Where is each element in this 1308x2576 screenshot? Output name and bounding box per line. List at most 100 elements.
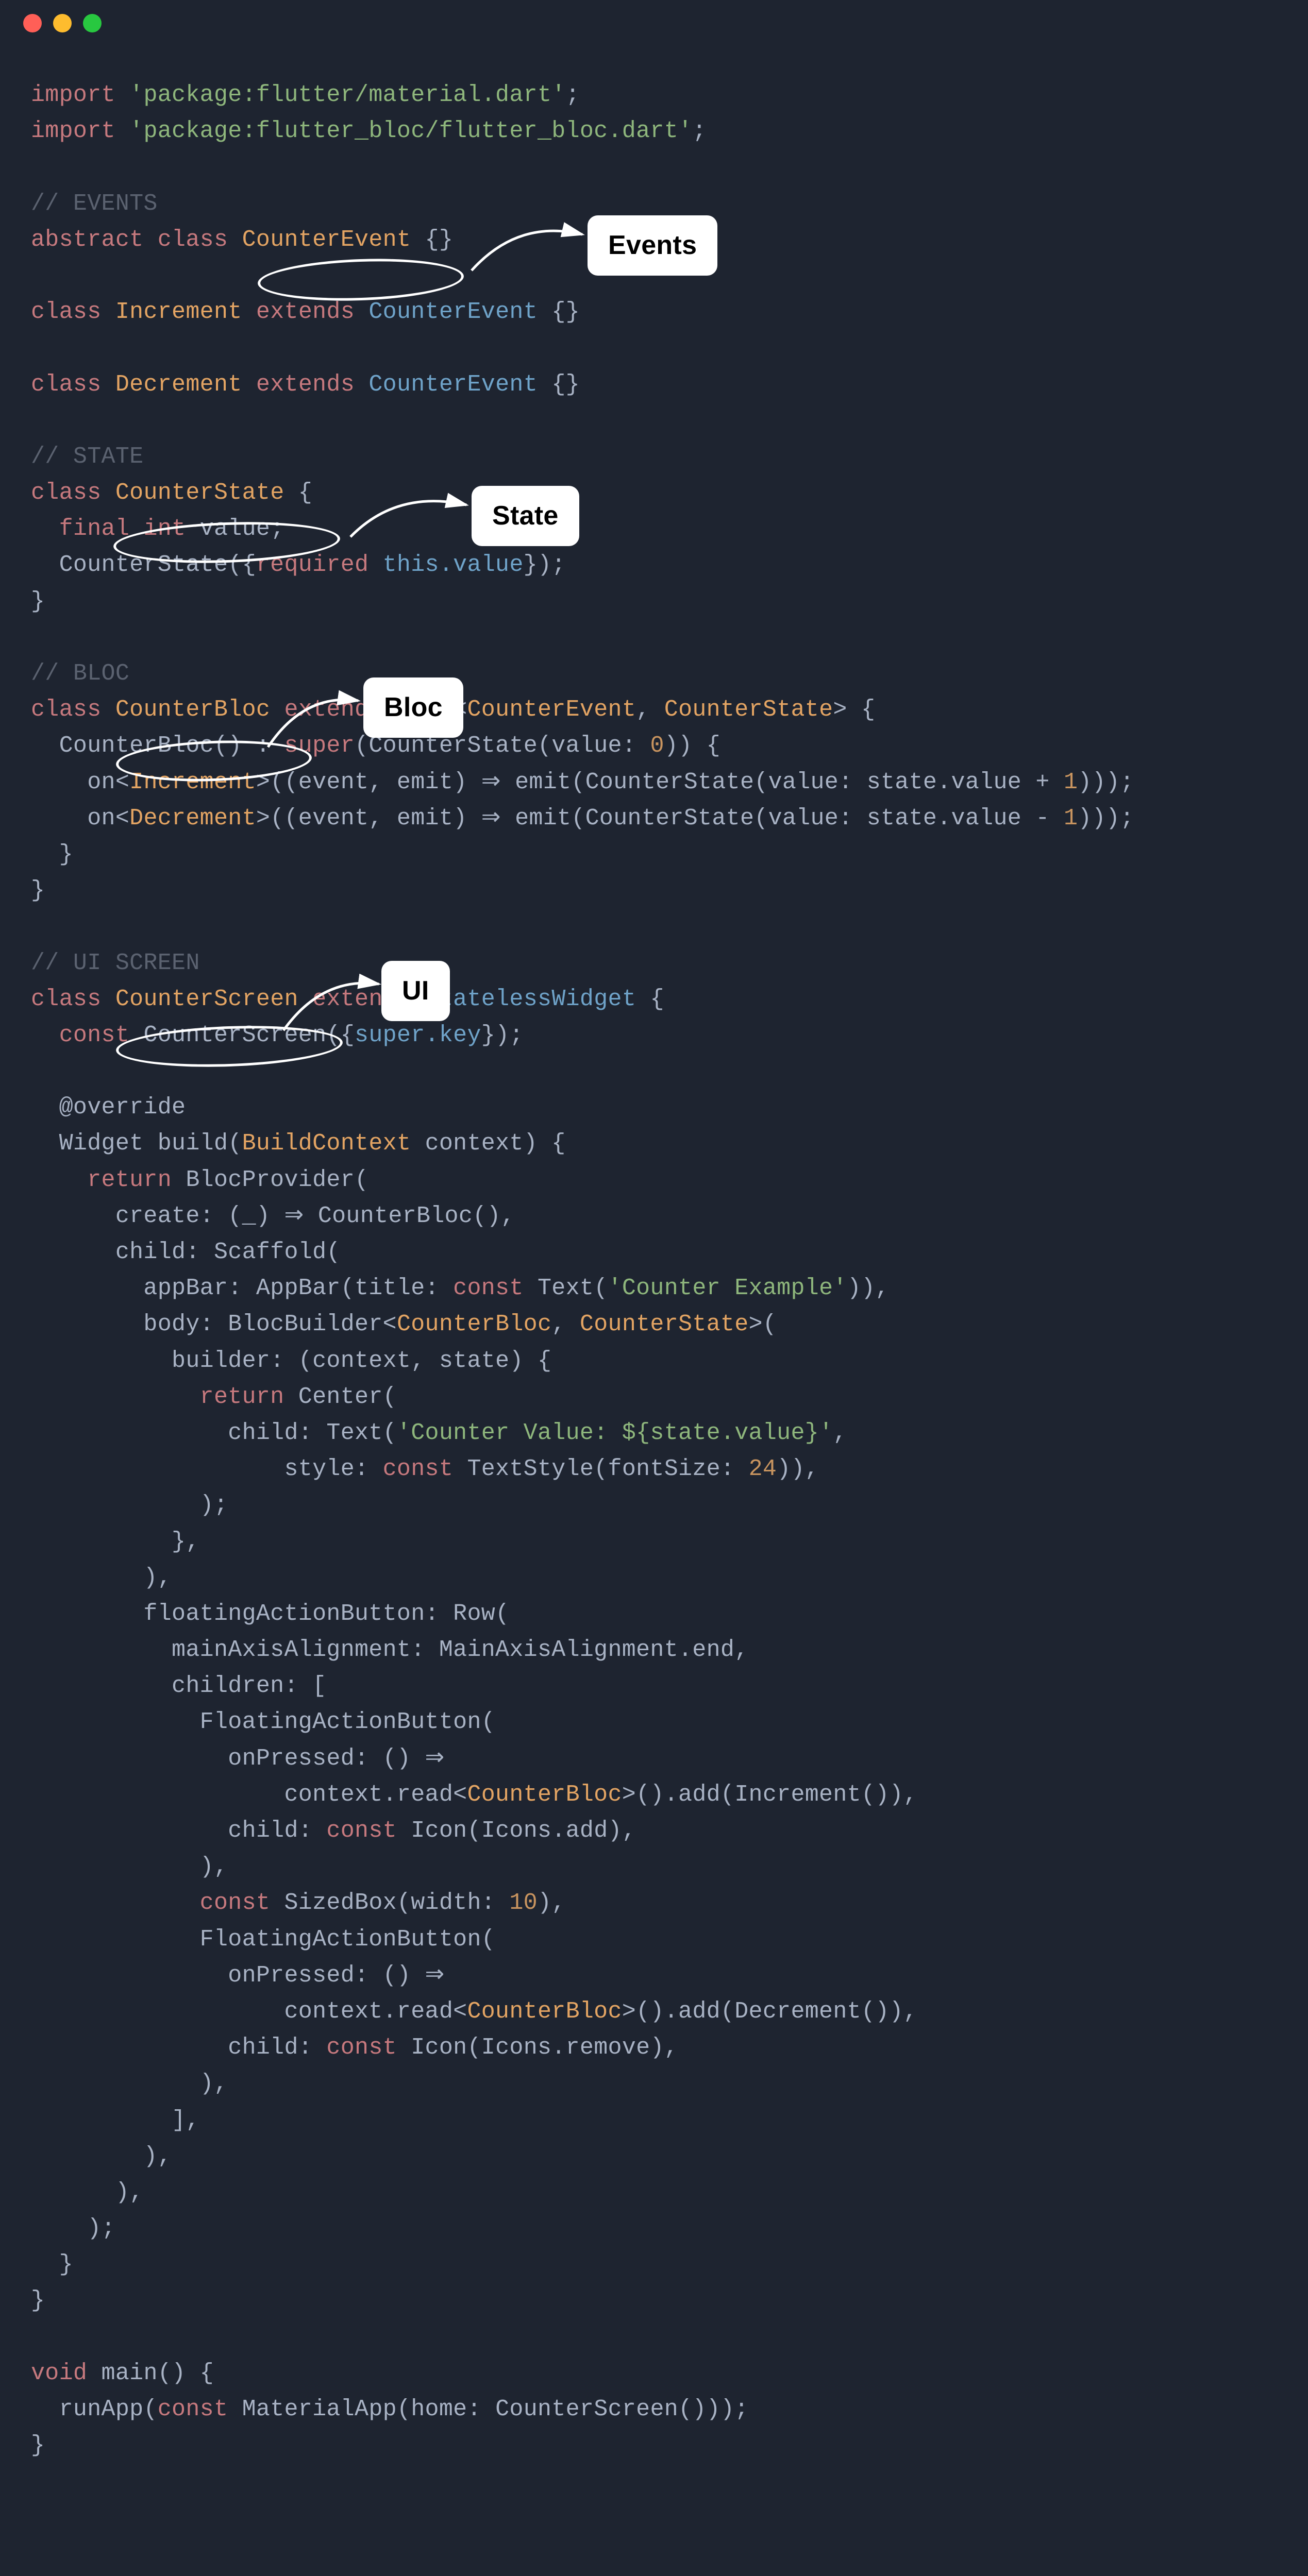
keyword-const: const	[383, 1456, 454, 1482]
arrow-op: ⇒	[481, 769, 501, 795]
method-build: build	[158, 1130, 228, 1157]
arrow-op: ⇒	[481, 805, 501, 832]
enum-mainaxis-end: MainAxisAlignment.end	[439, 1637, 734, 1663]
ctor-counterscreen: CounterScreen	[143, 1022, 326, 1048]
ctor-counterbloc: CounterBloc	[59, 733, 214, 759]
class-counterevent: CounterEvent	[242, 227, 411, 253]
typearg-counterstate: CounterState	[664, 697, 833, 723]
number-24: 24	[749, 1456, 777, 1482]
keyword-extends: extends	[284, 697, 383, 723]
circle-counterevent	[257, 256, 465, 304]
type-bloc: Bloc	[397, 697, 453, 723]
window-titlebar	[0, 0, 1308, 46]
call-increment: Increment	[734, 1782, 861, 1808]
this-value: this.value	[383, 552, 524, 578]
typearg-increment: Increment	[129, 769, 256, 795]
string-pkg-bloc: 'package:flutter_bloc/flutter_bloc.dart'	[129, 118, 692, 144]
call-fab: FloatingActionButton	[200, 1926, 481, 1953]
code-area: import 'package:flutter/material.dart'; …	[0, 46, 1308, 2576]
arrow-op: ⇒	[425, 1745, 445, 1772]
comment-events: // EVENTS	[31, 191, 158, 217]
keyword-import: import	[31, 118, 115, 144]
keyword-return: return	[200, 1384, 284, 1410]
icons-add: Icons.add	[481, 1818, 608, 1844]
call-appbar: AppBar	[256, 1275, 341, 1301]
call-fab: FloatingActionButton	[200, 1709, 481, 1735]
super-key: super.key	[355, 1022, 481, 1048]
zoom-button[interactable]	[83, 14, 102, 32]
number-zero: 0	[650, 733, 664, 759]
call-text: Text	[538, 1275, 594, 1301]
minimize-button[interactable]	[53, 14, 72, 32]
keyword-void: void	[31, 2360, 87, 2386]
call-row: Row	[453, 1601, 495, 1627]
fn-runapp: runApp	[59, 2396, 144, 2422]
keyword-const: const	[326, 2035, 397, 2061]
comment-ui: // UI SCREEN	[31, 950, 200, 976]
string-pkg-material: 'package:flutter/material.dart'	[129, 82, 565, 108]
call-center: Center	[298, 1384, 383, 1410]
call-counterstate: CounterState	[368, 733, 538, 759]
class-counterscreen: CounterScreen	[115, 986, 298, 1012]
type-counterevent: CounterEvent	[368, 371, 538, 398]
class-increment: Increment	[115, 299, 242, 325]
typearg-counterstate: CounterState	[580, 1311, 749, 1337]
arrow-events	[466, 209, 590, 276]
call-textstyle: TextStyle	[467, 1456, 594, 1482]
keyword-extends: extends	[256, 299, 355, 325]
param-context: context	[425, 1130, 524, 1157]
editor-window: import 'package:flutter/material.dart'; …	[0, 0, 1308, 2576]
type-counterevent: CounterEvent	[368, 299, 538, 325]
call-counterstate: CounterState	[585, 769, 754, 795]
keyword-extends: extends	[312, 986, 411, 1012]
keyword-const: const	[453, 1275, 524, 1301]
type-statelesswidget: StatelessWidget	[425, 986, 636, 1012]
keyword-class: class	[31, 480, 102, 506]
keyword-const: const	[59, 1022, 130, 1048]
call-text: Text	[326, 1420, 382, 1446]
field-value: value	[200, 516, 271, 542]
call-materialapp: MaterialApp	[242, 2396, 397, 2422]
call-counterscreen: CounterScreen	[495, 2396, 678, 2422]
keyword-class: class	[31, 986, 102, 1012]
annotation-override: @override	[59, 1094, 186, 1121]
arrow-op: ⇒	[425, 1962, 445, 1989]
keyword-import: import	[31, 82, 115, 108]
arrow-state	[345, 479, 474, 541]
keyword-int: int	[143, 516, 186, 542]
keyword-class: class	[31, 697, 102, 723]
call-icon: Icon	[411, 1818, 467, 1844]
fn-main: main	[102, 2360, 158, 2386]
class-decrement: Decrement	[115, 371, 242, 398]
close-button[interactable]	[23, 14, 42, 32]
keyword-const: const	[200, 1890, 271, 1916]
keyword-return: return	[87, 1167, 172, 1193]
call-sizedbox: SizedBox	[284, 1890, 397, 1916]
number-one: 1	[1064, 805, 1078, 832]
comment-bloc: // BLOC	[31, 660, 129, 687]
call-scaffold: Scaffold	[214, 1239, 326, 1265]
keyword-super: super	[284, 733, 355, 759]
comment-state: // STATE	[31, 444, 143, 470]
label-events: Events	[588, 215, 717, 276]
call-icon: Icon	[411, 2035, 467, 2061]
ctor-counterstate: CounterState	[59, 552, 228, 578]
typearg-counterbloc: CounterBloc	[397, 1311, 551, 1337]
call-decrement: Decrement	[734, 1998, 861, 2025]
keyword-final: final	[59, 516, 130, 542]
typearg-decrement: Decrement	[129, 805, 256, 832]
class-counterbloc: CounterBloc	[115, 697, 270, 723]
keyword-required: required	[256, 552, 368, 578]
keyword-const: const	[158, 2396, 228, 2422]
call-blocbuilder: BlocBuilder	[228, 1311, 382, 1337]
string-counter-example: 'Counter Example'	[608, 1275, 847, 1301]
keyword-abstract: abstract	[31, 227, 143, 253]
call-counterbloc: CounterBloc	[318, 1203, 473, 1229]
number-one: 1	[1064, 769, 1078, 795]
string-counter-value: 'Counter Value: ${state.value}'	[397, 1420, 833, 1446]
keyword-class: class	[31, 299, 102, 325]
label-state: State	[472, 486, 579, 546]
keyword-class: class	[158, 227, 228, 253]
keyword-extends: extends	[256, 371, 355, 398]
typearg-counterbloc: CounterBloc	[467, 1782, 622, 1808]
